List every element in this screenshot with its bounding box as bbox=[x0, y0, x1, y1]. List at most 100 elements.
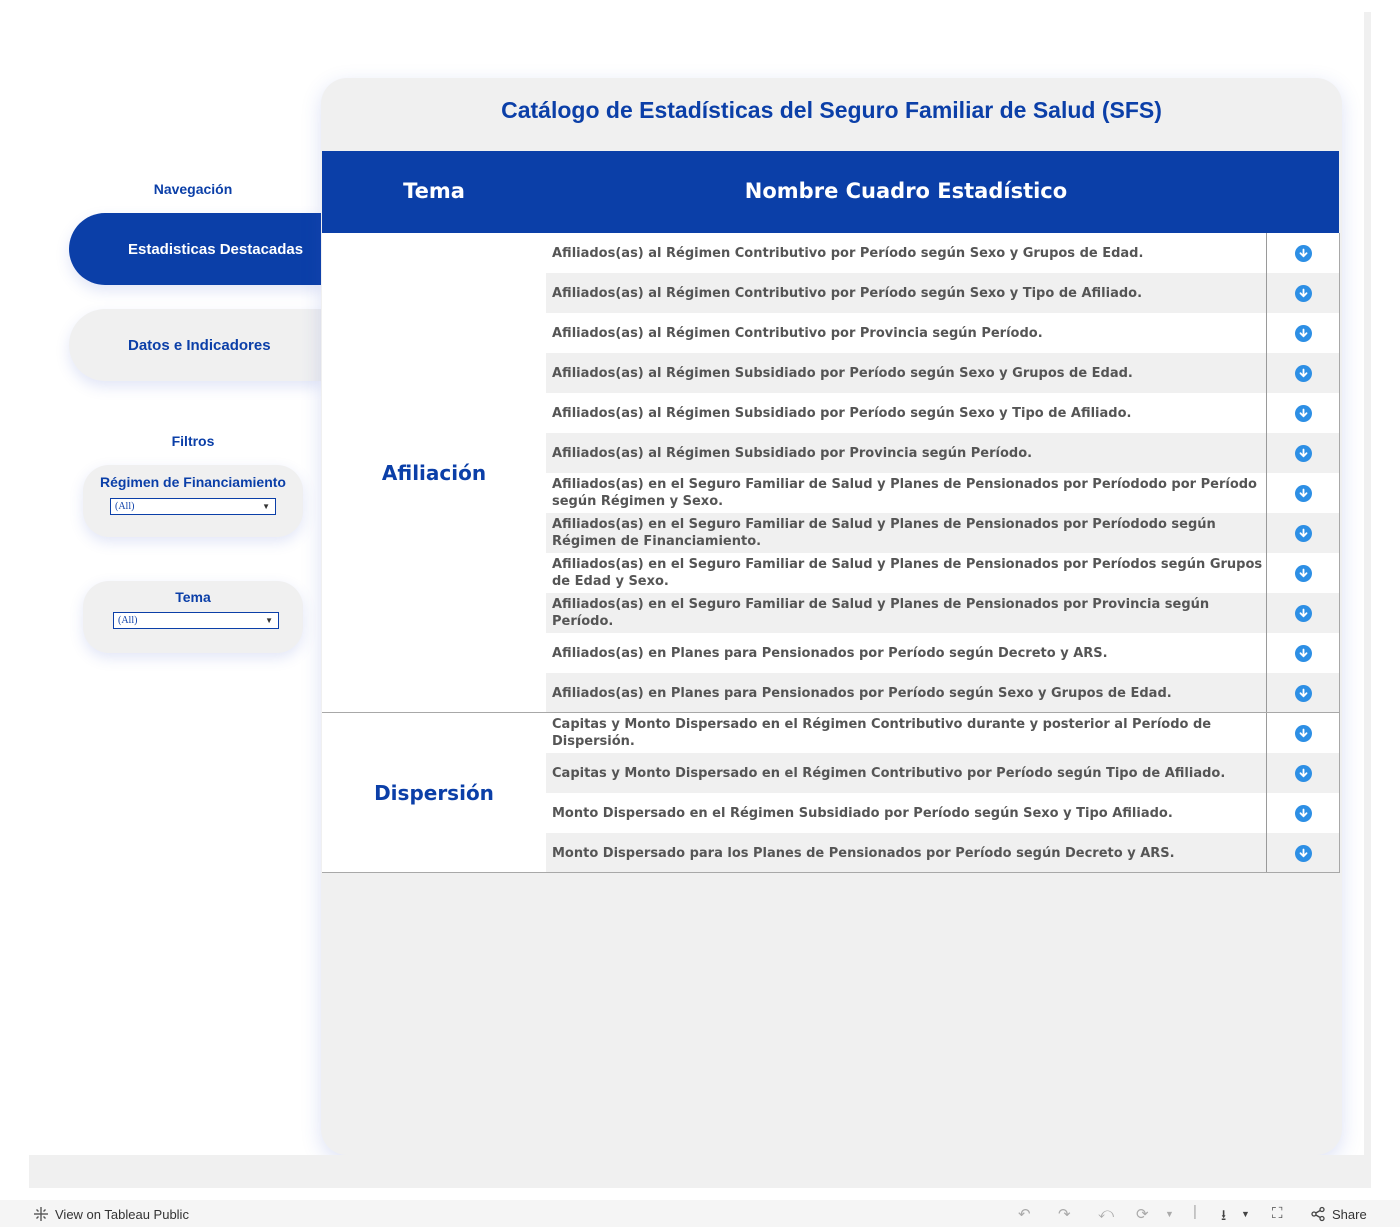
fullscreen-icon[interactable]: ⛶ bbox=[1272, 1205, 1283, 1222]
table-row[interactable]: Afiliados(as) al Régimen Contributivo po… bbox=[546, 233, 1339, 273]
tema-cell: Dispersión bbox=[322, 713, 546, 873]
table-header: Tema Nombre Cuadro Estadístico bbox=[322, 151, 1339, 233]
download-cell bbox=[1266, 673, 1339, 713]
download-cell bbox=[1266, 593, 1339, 633]
table-row[interactable]: Afiliados(as) en Planes para Pensionados… bbox=[546, 633, 1339, 673]
download-circle-icon[interactable] bbox=[1294, 404, 1312, 422]
download-cell bbox=[1266, 553, 1339, 593]
download-circle-icon[interactable] bbox=[1294, 764, 1312, 782]
download-circle-icon[interactable] bbox=[1294, 364, 1312, 382]
download-circle-icon[interactable] bbox=[1294, 564, 1312, 582]
tema-select[interactable]: (All) ▼ bbox=[113, 612, 279, 629]
download-menu-chevron-icon[interactable]: ▼ bbox=[1241, 1209, 1250, 1219]
table-row[interactable]: Afiliados(as) en el Seguro Familiar de S… bbox=[546, 553, 1339, 593]
view-on-tableau-label: View on Tableau Public bbox=[55, 1206, 189, 1222]
nav-button-estadisticas-destacadas[interactable]: Estadisticas Destacadas bbox=[69, 213, 321, 285]
download-cell bbox=[1266, 353, 1339, 393]
download-cell bbox=[1266, 833, 1339, 873]
table-row[interactable]: Afiliados(as) al Régimen Subsidiado por … bbox=[546, 353, 1339, 393]
refresh-icon[interactable]: ⟳ bbox=[1136, 1205, 1149, 1223]
cuadro-name: Afiliados(as) en el Seguro Familiar de S… bbox=[552, 557, 1263, 589]
table-row[interactable]: Afiliados(as) al Régimen Contributivo po… bbox=[546, 313, 1339, 353]
download-cell bbox=[1266, 513, 1339, 553]
table-row[interactable]: Capitas y Monto Dispersado en el Régimen… bbox=[546, 753, 1339, 793]
nav-button-datos-indicadores[interactable]: Datos e Indicadores bbox=[69, 309, 321, 381]
header-nombre: Nombre Cuadro Estadístico bbox=[744, 179, 1068, 203]
download-circle-icon[interactable] bbox=[1294, 644, 1312, 662]
share-button[interactable]: Share bbox=[1310, 1206, 1367, 1222]
download-cell bbox=[1266, 633, 1339, 673]
tema-select-value: (All) bbox=[118, 615, 138, 626]
catalog-panel: Catálogo de Estadísticas del Seguro Fami… bbox=[321, 78, 1342, 1155]
download-cell bbox=[1266, 753, 1339, 793]
cuadro-name: Afiliados(as) en el Seguro Familiar de S… bbox=[552, 597, 1210, 629]
cuadro-name: Afiliados(as) en el Seguro Familiar de S… bbox=[552, 477, 1257, 509]
filter-card-tema: Tema (All) ▼ bbox=[83, 581, 303, 653]
cuadro-name: Afiliados(as) al Régimen Subsidiado por … bbox=[552, 445, 1033, 461]
filters-heading: Filtros bbox=[171, 433, 215, 449]
refresh-menu-chevron-icon[interactable]: ▼ bbox=[1165, 1209, 1174, 1219]
tableau-toolbar: View on Tableau Public ↶ ↷ ⤺ ⟳ ▼ | ⭳ ▼ ⛶… bbox=[0, 1200, 1400, 1227]
download-circle-icon[interactable] bbox=[1294, 444, 1312, 462]
share-icon bbox=[1311, 1206, 1325, 1222]
view-on-tableau-link[interactable]: View on Tableau Public bbox=[33, 1206, 189, 1222]
download-cell bbox=[1266, 473, 1339, 513]
cuadro-name: Afiliados(as) al Régimen Contributivo po… bbox=[552, 285, 1143, 301]
table-row[interactable]: Afiliados(as) al Régimen Subsidiado por … bbox=[546, 433, 1339, 473]
bottom-strip bbox=[29, 1155, 1371, 1188]
download-cell bbox=[1266, 273, 1339, 313]
download-circle-icon[interactable] bbox=[1294, 844, 1312, 862]
cuadro-name: Afiliados(as) en Planes para Pensionados… bbox=[552, 645, 1108, 661]
download-circle-icon[interactable] bbox=[1294, 724, 1312, 742]
table-row[interactable]: Afiliados(as) en el Seguro Familiar de S… bbox=[546, 593, 1339, 633]
table-row[interactable]: Afiliados(as) al Régimen Subsidiado por … bbox=[546, 393, 1339, 433]
filter-label-tema: Tema bbox=[175, 589, 211, 605]
page-title: Catálogo de Estadísticas del Seguro Fami… bbox=[501, 97, 1162, 123]
dropdown-arrow-icon: ▼ bbox=[262, 502, 270, 511]
cuadro-name: Afiliados(as) al Régimen Contributivo po… bbox=[552, 325, 1043, 341]
download-circle-icon[interactable] bbox=[1294, 804, 1312, 822]
cuadro-name: Capitas y Monto Dispersado en el Régimen… bbox=[552, 717, 1212, 749]
download-circle-icon[interactable] bbox=[1294, 324, 1312, 342]
cuadro-name: Afiliados(as) al Régimen Subsidiado por … bbox=[552, 365, 1133, 381]
cuadro-name: Afiliados(as) en Planes para Pensionados… bbox=[552, 685, 1172, 701]
cuadro-name: Afiliados(as) al Régimen Subsidiado por … bbox=[552, 405, 1132, 421]
download-circle-icon[interactable] bbox=[1294, 244, 1312, 262]
table-row[interactable]: Monto Dispersado en el Régimen Subsidiad… bbox=[546, 793, 1339, 833]
download-cell bbox=[1266, 713, 1339, 753]
table-right-border bbox=[1339, 233, 1340, 873]
tema-cell: Afiliación bbox=[322, 233, 546, 713]
download-cell bbox=[1266, 393, 1339, 433]
undo-icon[interactable]: ↶ bbox=[1018, 1205, 1031, 1223]
tableau-logo-icon bbox=[34, 1207, 48, 1221]
cuadro-name: Monto Dispersado en el Régimen Subsidiad… bbox=[552, 805, 1173, 821]
download-circle-icon[interactable] bbox=[1294, 484, 1312, 502]
download-circle-icon[interactable] bbox=[1294, 684, 1312, 702]
table-body: Afiliados(as) al Régimen Contributivo po… bbox=[322, 233, 1340, 873]
regimen-select[interactable]: (All) ▼ bbox=[110, 498, 276, 515]
table-row[interactable]: Afiliados(as) en Planes para Pensionados… bbox=[546, 673, 1339, 713]
table-row[interactable]: Afiliados(as) al Régimen Contributivo po… bbox=[546, 273, 1339, 313]
revert-icon[interactable]: ⤺ bbox=[1098, 1205, 1114, 1222]
cuadro-name: Afiliados(as) al Régimen Contributivo po… bbox=[552, 245, 1144, 261]
redo-icon[interactable]: ↷ bbox=[1058, 1205, 1071, 1223]
vertical-scrollbar[interactable] bbox=[1364, 12, 1371, 1188]
download-circle-icon[interactable] bbox=[1294, 284, 1312, 302]
table-row[interactable]: Monto Dispersado para los Planes de Pens… bbox=[546, 833, 1339, 873]
download-cell bbox=[1266, 313, 1339, 353]
download-icon[interactable]: ⭳ bbox=[1221, 1205, 1226, 1230]
dropdown-arrow-icon: ▼ bbox=[265, 616, 273, 625]
share-label: Share bbox=[1332, 1206, 1367, 1222]
table-row[interactable]: Capitas y Monto Dispersado en el Régimen… bbox=[546, 713, 1339, 753]
table-row[interactable]: Afiliados(as) en el Seguro Familiar de S… bbox=[546, 513, 1339, 553]
cuadro-name: Monto Dispersado para los Planes de Pens… bbox=[552, 845, 1175, 861]
header-tema: Tema bbox=[403, 179, 465, 203]
download-circle-icon[interactable] bbox=[1294, 524, 1312, 542]
table-row[interactable]: Afiliados(as) en el Seguro Familiar de S… bbox=[546, 473, 1339, 513]
cuadro-name: Afiliados(as) en el Seguro Familiar de S… bbox=[552, 517, 1216, 549]
download-circle-icon[interactable] bbox=[1294, 604, 1312, 622]
group-divider bbox=[322, 872, 1339, 873]
cuadro-name: Capitas y Monto Dispersado en el Régimen… bbox=[552, 765, 1226, 781]
navigation-heading: Navegación bbox=[153, 181, 233, 197]
download-cell bbox=[1266, 793, 1339, 833]
